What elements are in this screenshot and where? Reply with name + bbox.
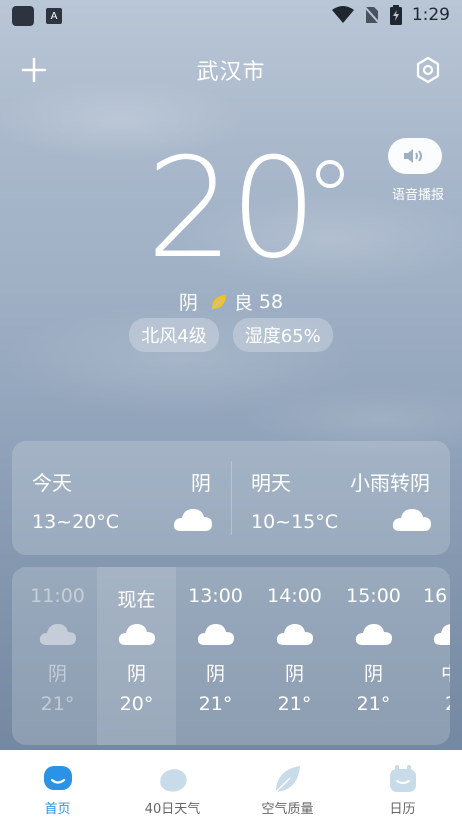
cloud-icon <box>197 624 234 645</box>
forecast-40-icon <box>159 769 187 792</box>
a-badge-icon: A <box>46 8 62 24</box>
aqi-badge[interactable]: 良 58 <box>210 288 283 315</box>
a-badge-text: A <box>50 10 58 22</box>
hour-item: 13:00 阴 21° <box>176 567 255 745</box>
daily-forecast-card[interactable]: 今天 阴 13~20°C 明天 小雨转阴 10~15°C <box>12 441 450 555</box>
hour-item: 14:00 阴 21° <box>255 567 334 745</box>
cloud-icon <box>276 624 313 645</box>
hour-temp: 2 <box>413 693 450 715</box>
voice-broadcast-button[interactable] <box>388 138 442 174</box>
settings-hex-icon <box>416 56 440 84</box>
current-temperature: 20 <box>146 128 318 289</box>
day-temp-range: 13~20°C <box>32 511 120 533</box>
hour-temp: 20° <box>119 693 154 715</box>
hour-time: 14:00 <box>267 585 322 607</box>
status-time: 1:29 <box>411 5 450 25</box>
day-condition: 阴 <box>191 471 211 495</box>
hour-condition: 阴 <box>126 663 146 685</box>
status-bar: A 1:29 <box>0 0 462 32</box>
nav-label: 40日天气 <box>144 802 201 817</box>
hour-time: 13:00 <box>188 585 243 607</box>
hour-temp: 21° <box>277 693 312 715</box>
wind-pill: 北风4级 <box>129 318 219 352</box>
hour-condition: 阴 <box>284 663 304 685</box>
day-name: 明天 <box>251 471 291 495</box>
app-square-icon <box>12 6 34 26</box>
nav-label: 空气质量 <box>261 802 314 817</box>
nav-calendar[interactable]: 日历 <box>345 750 460 821</box>
hour-item: 15:00 阴 21° <box>334 567 413 745</box>
day-tomorrow[interactable]: 明天 小雨转阴 10~15°C <box>231 441 450 555</box>
speaker-icon <box>404 149 422 163</box>
header: 武汉市 <box>0 48 462 92</box>
degree-symbol <box>316 160 344 188</box>
cloud-icon <box>39 624 76 645</box>
leaf-icon <box>211 294 226 309</box>
humidity-pill: 湿度65% <box>232 318 333 352</box>
calendar-icon <box>389 765 416 792</box>
nav-label: 日历 <box>389 802 416 817</box>
hour-condition: 阴 <box>47 663 67 685</box>
settings-button[interactable] <box>412 54 444 86</box>
hour-time: 11:00 <box>30 585 85 607</box>
nav-home[interactable]: 首页 <box>0 750 115 821</box>
day-temp-range: 10~15°C <box>251 511 339 533</box>
day-today[interactable]: 今天 阴 13~20°C <box>12 441 231 555</box>
hour-time: 15:00 <box>346 585 401 607</box>
hourly-forecast-card[interactable]: 11:00 阴 21° 现在 阴 20° 13:00 阴 21° 14:00 阴… <box>12 567 450 745</box>
day-condition: 小雨转阴 <box>350 471 430 495</box>
cloud-icon <box>355 624 392 645</box>
aqi-label: 良 <box>233 292 253 314</box>
nav-air-quality[interactable]: 空气质量 <box>230 750 345 821</box>
city-name[interactable]: 武汉市 <box>0 54 462 86</box>
hour-condition: 阴 <box>205 663 225 685</box>
nav-40day[interactable]: 40日天气 <box>115 750 230 821</box>
aqi-value: 58 <box>258 290 284 313</box>
bottom-navigation: 首页 40日天气 空气质量 日历 <box>0 750 462 821</box>
hour-temp: 21° <box>40 693 75 715</box>
hour-temp: 21° <box>198 693 233 715</box>
cloud-icon <box>118 624 155 645</box>
hour-item-now: 现在 阴 20° <box>97 567 176 745</box>
battery-charging-icon <box>389 5 402 25</box>
hour-item: 11:00 阴 21° <box>18 567 97 745</box>
hour-time: 16 <box>423 585 448 607</box>
current-condition: 阴 <box>178 292 198 314</box>
hour-item-partial: 16 中 2 <box>413 567 450 745</box>
condition-row: 阴 良 58 <box>0 288 462 315</box>
cloud-icon <box>433 624 450 645</box>
wifi-icon <box>331 6 354 23</box>
nav-label: 首页 <box>44 802 71 817</box>
weather-pills: 北风4级 湿度65% <box>0 318 462 352</box>
leaf-icon <box>274 766 300 793</box>
hour-time: 现在 <box>117 589 156 611</box>
hour-condition: 阴 <box>363 663 383 685</box>
day-name: 今天 <box>32 471 72 495</box>
cloud-icon <box>173 509 212 531</box>
home-bubble-icon <box>43 766 72 790</box>
hour-condition: 中 <box>413 659 450 686</box>
voice-broadcast-label: 语音播报 <box>391 188 444 203</box>
hour-temp: 21° <box>356 693 391 715</box>
no-sim-icon <box>363 5 380 25</box>
cloud-icon <box>392 509 431 531</box>
